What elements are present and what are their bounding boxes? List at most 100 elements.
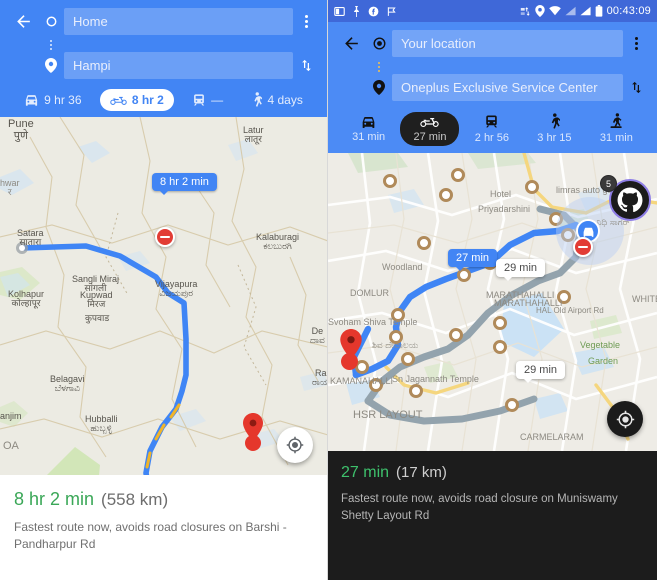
map-label: Hubballi ಹುಬ್ಬಳ್ಳಿ	[85, 414, 118, 434]
map-label: Latur लातूर	[243, 125, 264, 145]
map-label: Kolhapur कोल्हापूर	[8, 289, 45, 309]
facebook-icon	[368, 6, 379, 17]
left-screenshot-panel: Home Hampi 9 hr 36 8 hr 2 — 4 days Pune …	[0, 0, 328, 580]
origin-input[interactable]: Your location	[392, 29, 623, 57]
car-icon	[360, 115, 377, 128]
more-vertical-icon[interactable]	[293, 14, 319, 28]
map-label: Woodland	[382, 262, 423, 272]
walk-icon	[548, 113, 561, 129]
map-label: hwar र	[0, 178, 20, 198]
mode-walking-label: 3 hr 15	[537, 132, 572, 144]
destination-input[interactable]: Oneplus Exclusive Service Center	[392, 73, 623, 101]
mode-motorcycle-label: 27 min	[413, 130, 447, 143]
left-eta-line: 8 hr 2 min (558 km)	[14, 489, 313, 510]
connector-spacer	[8, 40, 38, 50]
map-label: WHITE	[632, 294, 657, 304]
circle-outline-icon	[38, 16, 64, 27]
connector-dots-icon	[38, 40, 64, 50]
alt-route-chip-1[interactable]: 29 min	[496, 259, 546, 281]
eta-distance: (558 km)	[101, 490, 169, 509]
alt-route-chip-2[interactable]: 29 min	[516, 361, 566, 383]
more-vertical-icon[interactable]	[623, 36, 649, 50]
rideshare-icon	[610, 113, 623, 129]
car-icon	[24, 93, 39, 106]
route-description: Fastest route now, avoids road closure o…	[341, 493, 618, 522]
right-map-canvas[interactable]: Hotel Priyadarshini limras auto guarant ಶ್ರ…	[328, 153, 657, 451]
status-notification-icons	[334, 5, 397, 17]
route-connector	[8, 40, 319, 50]
destination-input[interactable]: Hampi	[64, 51, 293, 79]
connector-dots-icon	[366, 62, 392, 72]
route-duration-chip[interactable]: 8 hr 2 min	[152, 173, 217, 195]
map-label: Sn Jagannath Temple	[392, 374, 479, 384]
map-label: Kalaburagi ಕಲಬುರಗಿ	[256, 232, 300, 252]
route-connector	[336, 62, 649, 72]
right-origin-row: Your location	[336, 28, 649, 58]
transit-icon	[484, 114, 499, 129]
mode-driving[interactable]: 31 min	[339, 112, 398, 146]
map-label: KAMANAHALLI	[330, 376, 394, 386]
motorcycle-icon	[110, 94, 127, 106]
mode-transit-label: 2 hr 56	[474, 131, 510, 144]
road-closure-icon[interactable]	[155, 227, 175, 247]
my-location-icon[interactable]	[607, 401, 643, 437]
mode-walking-label: 4 days	[267, 92, 303, 107]
eta-distance: (17 km)	[396, 464, 447, 481]
pin-icon	[352, 5, 361, 17]
transit-icon	[192, 93, 206, 107]
eta-duration: 8 hr 2 min	[14, 489, 95, 509]
map-label: Hotel	[490, 189, 512, 199]
my-location-icon[interactable]	[277, 427, 313, 463]
right-eta-line: 27 min (17 km)	[341, 464, 644, 482]
origin-input[interactable]: Home	[64, 7, 293, 35]
right-directions-header: Your location Oneplus Exclusive Service …	[328, 22, 657, 153]
mode-rideshare[interactable]: 31 min	[587, 110, 646, 147]
route-duration-chip[interactable]: 27 min	[448, 249, 498, 271]
motorcycle-icon	[420, 115, 440, 128]
route-endpoint-dot	[341, 353, 358, 370]
mode-transit-label: —	[211, 92, 224, 107]
origin-value: Home	[73, 13, 108, 29]
current-location-icon	[366, 37, 392, 50]
connector-spacer	[336, 62, 366, 72]
right-destination-row: Oneplus Exclusive Service Center	[336, 72, 649, 102]
right-screenshot-panel: 00:43:09 Your location Oneplus Exclusive…	[328, 0, 657, 580]
mode-motorcycle[interactable]: 27 min	[400, 111, 460, 146]
map-pin-icon	[38, 57, 64, 73]
map-label: Priyadarshini	[478, 204, 531, 214]
eta-duration: 27 min	[341, 464, 390, 481]
swap-vertical-icon[interactable]	[293, 58, 319, 73]
mode-walking[interactable]: 4 days	[241, 88, 312, 111]
mode-transit[interactable]: 2 hr 56	[462, 111, 522, 147]
right-travel-modes: 31 min 27 min 2 hr 56 3 hr 15 31 min	[336, 106, 649, 153]
status-system-icons: 00:43:09	[520, 5, 651, 17]
left-directions-header: Home Hampi 9 hr 36 8 hr 2 — 4 days	[0, 0, 327, 117]
walk-icon	[251, 92, 263, 107]
map-label: Vegetable	[580, 340, 621, 350]
notification-badge: 5	[600, 175, 617, 192]
mode-transit[interactable]: —	[182, 89, 233, 111]
map-label: HSR LAYOUT	[353, 409, 423, 421]
mobile-data-icon	[520, 6, 531, 17]
map-label: CARMELARAM	[520, 432, 584, 442]
map-label: Satara सातारा	[17, 228, 44, 248]
flag-icon	[386, 6, 397, 17]
wifi-icon	[548, 6, 561, 16]
road-closure-icon[interactable]	[573, 237, 593, 257]
left-origin-row: Home	[8, 6, 319, 36]
mode-motorcycle[interactable]: 8 hr 2	[99, 88, 174, 111]
back-icon[interactable]	[8, 12, 38, 31]
location-icon	[534, 5, 545, 17]
map-label: Raರಾಯ	[312, 368, 327, 388]
back-icon[interactable]	[336, 34, 366, 53]
left-map-canvas[interactable]: Pune पुणे hwar र Satara सातारा Kolhapur कोल्हाप…	[0, 117, 327, 475]
mode-motorcycle-label: 8 hr 2	[131, 92, 164, 107]
swap-vertical-icon[interactable]	[623, 80, 649, 95]
mode-walking[interactable]: 3 hr 15	[524, 110, 584, 147]
mode-rideshare-label: 31 min	[599, 132, 633, 144]
android-status-bar: 00:43:09	[328, 0, 657, 22]
map-label: Pune पुणे	[8, 118, 34, 142]
destination-pin-icon[interactable]	[340, 329, 362, 359]
signal-2-icon	[580, 6, 591, 16]
mode-driving[interactable]: 9 hr 36	[14, 89, 91, 111]
